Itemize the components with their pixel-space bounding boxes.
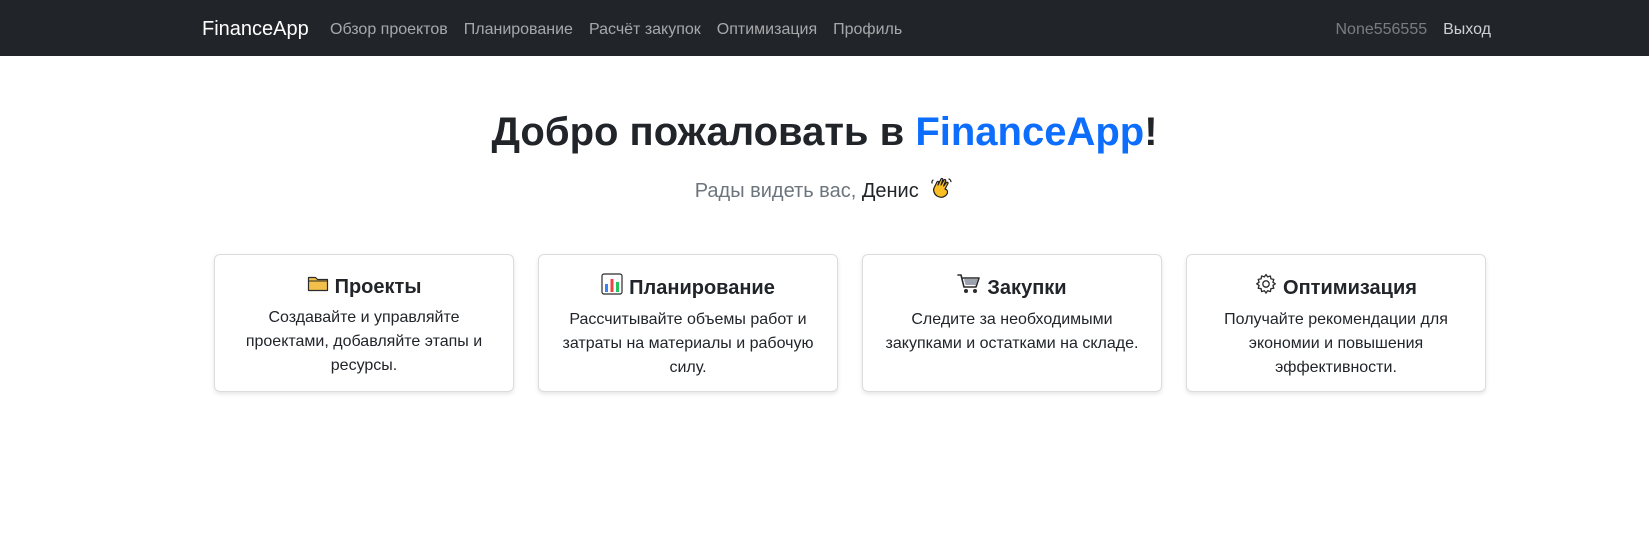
- welcome-title-prefix: Добро пожаловать в: [491, 110, 916, 154]
- card-title-projects: Проекты: [235, 273, 493, 300]
- bar-chart-icon: [601, 273, 623, 302]
- feature-cards: Проекты Создавайте и управляйте проектам…: [214, 254, 1486, 392]
- card-projects[interactable]: Проекты Создавайте и управляйте проектам…: [214, 254, 514, 392]
- welcome-title-brand: FinanceApp: [915, 110, 1145, 154]
- nav-user-area: None556555 Выход: [1335, 19, 1491, 41]
- card-planning[interactable]: Планирование Рассчитывайте объемы работ …: [538, 254, 838, 392]
- username-label: None556555: [1335, 21, 1428, 38]
- card-text-planning: Рассчитывайте объемы работ и затраты на …: [562, 311, 814, 376]
- welcome-subtitle-prefix: Рады видеть вас,: [694, 180, 862, 202]
- shopping-cart-icon: [957, 273, 981, 302]
- gear-icon: [1255, 273, 1277, 302]
- card-text-projects: Создавайте и управляйте проектами, добав…: [245, 309, 483, 374]
- card-title-planning: Планирование: [559, 273, 817, 302]
- nav-link-profile[interactable]: Профиль: [833, 19, 902, 41]
- brand-link[interactable]: FinanceApp: [202, 16, 309, 42]
- welcome-section: Добро пожаловать в FinanceApp!: [0, 100, 1649, 164]
- waving-hand-icon: [930, 176, 954, 209]
- top-navbar: FinanceApp Обзор проектов Планирование Р…: [0, 0, 1649, 56]
- card-title-purchases: Закупки: [883, 273, 1141, 302]
- card-purchases[interactable]: Закупки Следите за необходимыми закупкам…: [862, 254, 1162, 392]
- nav-link-projects-overview[interactable]: Обзор проектов: [330, 19, 448, 41]
- card-title-optimization-text: Оптимизация: [1283, 276, 1417, 299]
- welcome-title-suffix: !: [1144, 110, 1158, 154]
- nav-links: Обзор проектов Планирование Расчёт закуп…: [330, 19, 902, 41]
- card-text-optimization: Получайте рекомендации для экономии и по…: [1224, 311, 1448, 376]
- welcome-title: Добро пожаловать в FinanceApp!: [0, 100, 1649, 164]
- card-title-optimization: Оптимизация: [1207, 273, 1465, 302]
- folder-icon: [307, 273, 329, 300]
- nav-link-purchase-calc[interactable]: Расчёт закупок: [589, 19, 701, 41]
- nav-link-planning[interactable]: Планирование: [464, 19, 573, 41]
- logout-link[interactable]: Выход: [1443, 19, 1491, 41]
- welcome-subtitle: Рады видеть вас, Денис: [0, 176, 1649, 209]
- nav-link-optimization[interactable]: Оптимизация: [717, 19, 817, 41]
- card-title-projects-text: Проекты: [334, 275, 422, 298]
- card-title-purchases-text: Закупки: [987, 276, 1067, 299]
- card-title-planning-text: Планирование: [629, 276, 775, 299]
- user-first-name: Денис: [861, 180, 919, 202]
- card-optimization[interactable]: Оптимизация Получайте рекомендации для э…: [1186, 254, 1486, 392]
- card-text-purchases: Следите за необходимыми закупками и оста…: [885, 311, 1139, 352]
